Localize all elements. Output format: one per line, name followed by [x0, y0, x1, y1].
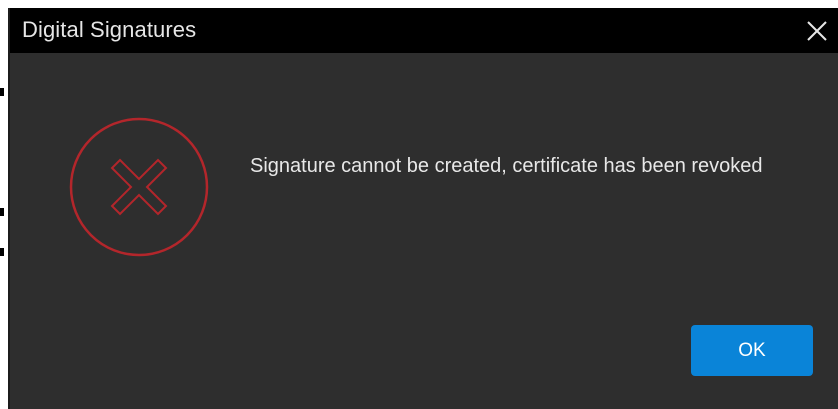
- title-bar: Digital Signatures: [10, 8, 838, 53]
- edge-artifact: [0, 208, 4, 216]
- ok-button[interactable]: OK: [691, 325, 813, 376]
- edge-artifact: [0, 248, 4, 256]
- dialog-title: Digital Signatures: [22, 17, 197, 42]
- close-button[interactable]: [804, 18, 830, 44]
- error-icon: [68, 116, 210, 258]
- error-message: Signature cannot be created, certificate…: [250, 155, 763, 177]
- edge-artifact: [0, 88, 4, 96]
- close-icon: [807, 21, 827, 41]
- digital-signatures-dialog: Digital Signatures Signature cannot be c…: [8, 8, 838, 409]
